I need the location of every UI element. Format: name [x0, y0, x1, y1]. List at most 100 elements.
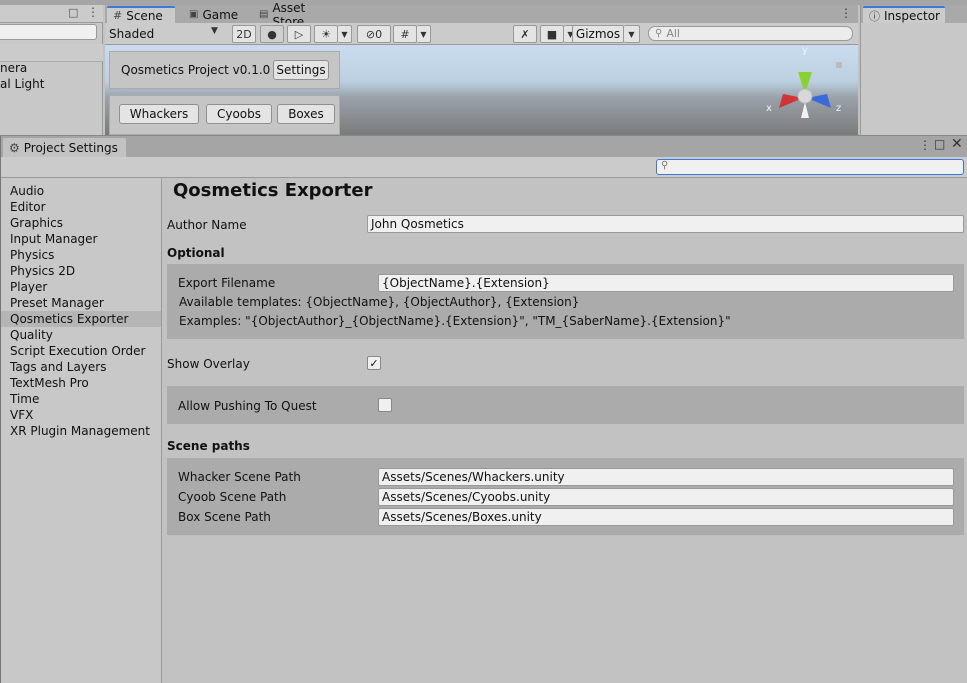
sidebar-item-qosmetics-exporter[interactable]: Qosmetics Exporter [1, 311, 161, 327]
sidebar-item-player[interactable]: Player [1, 279, 161, 295]
gizmo-neg-y-axis[interactable] [801, 102, 809, 118]
hierarchy-item-light[interactable]: al Light [0, 77, 44, 91]
kebab-menu-icon[interactable]: ⋮ [840, 6, 852, 20]
kebab-menu-icon[interactable]: ⋮ [87, 5, 99, 19]
allow-pushing-to-quest-checkbox[interactable] [378, 398, 392, 412]
settings-search-input[interactable]: ⚲ [656, 159, 964, 175]
sidebar-item-graphics[interactable]: Graphics [1, 215, 161, 231]
chevron-down-icon: ▼ [211, 26, 218, 36]
sidebar-item-script-execution-order[interactable]: Script Execution Order [1, 343, 161, 359]
tab-scene-label: Scene [126, 8, 163, 23]
sidebar-item-quality[interactable]: Quality [1, 327, 161, 343]
gizmos-button[interactable]: Gizmos [572, 25, 624, 43]
page-title: Qosmetics Exporter [173, 180, 373, 201]
hierarchy-panel: □ ⋮ ⋮ nera al Light [0, 5, 103, 135]
scene-viewport[interactable]: Qosmetics Project v0.1.0 Settings Whacke… [105, 45, 858, 135]
quest-group: Allow Pushing To Quest [167, 386, 964, 424]
chevron-down-icon: ▼ [420, 29, 427, 39]
tools-button[interactable]: ✗ [513, 25, 537, 43]
close-icon[interactable]: ✕ [951, 136, 963, 152]
orientation-gizmo[interactable] [765, 50, 845, 130]
hidden-count: 0 [375, 27, 383, 41]
gear-icon: ⚙ [9, 140, 20, 155]
tab-inspector[interactable]: ⓘ Inspector [863, 6, 945, 23]
project-settings-title: Project Settings [23, 140, 118, 155]
sidebar-item-input-manager[interactable]: Input Manager [1, 231, 161, 247]
settings-sidebar: Audio Editor Graphics Input Manager Phys… [1, 178, 162, 683]
camera-button[interactable]: ■ [540, 25, 564, 43]
hierarchy-search-input[interactable] [0, 24, 97, 40]
settings-content: Qosmetics Exporter Author Name John Qosm… [163, 178, 967, 683]
sidebar-item-tags-and-layers[interactable]: Tags and Layers [1, 359, 161, 375]
qosmetics-overlay-tabs: Whackers Cyoobs Boxes [109, 95, 340, 135]
tab-game-label: Game [202, 7, 239, 22]
export-filename-field[interactable]: {ObjectName}.{Extension} [378, 274, 954, 292]
shading-dropdown[interactable]: Shaded ▼ [105, 25, 225, 43]
sidebar-item-xr-plugin-management[interactable]: XR Plugin Management [1, 423, 161, 439]
scene-paths-header: Scene paths [167, 439, 250, 453]
scene-search-placeholder: All [666, 27, 680, 40]
allow-pushing-to-quest-label: Allow Pushing To Quest [178, 399, 317, 413]
kebab-menu-icon[interactable]: ⋮ [919, 138, 931, 152]
project-settings-tabbar: ⚙ Project Settings ⋮ □ ✕ [1, 136, 967, 157]
chevron-down-icon: ▼ [341, 29, 348, 39]
gizmo-x-label: x [766, 103, 772, 114]
check-icon: ✓ [369, 356, 379, 370]
sidebar-item-vfx[interactable]: VFX [1, 407, 161, 423]
box-scene-path-label: Box Scene Path [178, 510, 271, 524]
sidebar-item-preset-manager[interactable]: Preset Manager [1, 295, 161, 311]
whackers-button[interactable]: Whackers [119, 104, 199, 124]
hierarchy-scene-row [0, 44, 103, 62]
toggle-2d-button[interactable]: 2D [232, 25, 256, 43]
bag-icon: ▤ [259, 9, 269, 20]
optional-group: Export Filename {ObjectName}.{Extension}… [167, 264, 964, 339]
cyoobs-button[interactable]: Cyoobs [206, 104, 272, 124]
cyoob-scene-path-label: Cyoob Scene Path [178, 490, 287, 504]
cyoob-scene-path-field[interactable]: Assets/Scenes/Cyoobs.unity [378, 488, 954, 506]
project-title: Qosmetics Project v0.1.0 [121, 63, 271, 77]
qosmetics-overlay-header: Qosmetics Project v0.1.0 Settings [109, 51, 340, 89]
scene-panel: # Scene ▣ Game ▤ Asset Store ⋮ Shaded ▼ … [105, 1, 858, 135]
scene-tabbar: # Scene ▣ Game ▤ Asset Store ⋮ [105, 1, 858, 29]
sidebar-item-editor[interactable]: Editor [1, 199, 161, 215]
tab-scene[interactable]: # Scene [107, 6, 175, 23]
sidebar-item-physics-2d[interactable]: Physics 2D [1, 263, 161, 279]
project-settings-searchbar: ⚲ [1, 157, 967, 178]
lightbulb-icon: ● [267, 27, 277, 41]
available-templates-text: Available templates: {ObjectName}, {Obje… [179, 295, 580, 309]
chevron-down-icon: ▼ [628, 29, 635, 39]
scene-search-input[interactable]: ⚲ All [648, 26, 853, 41]
info-icon: ⓘ [869, 9, 880, 23]
gizmos-dropdown[interactable]: ▼ [624, 25, 640, 43]
audio-toggle[interactable]: ▷ [287, 25, 311, 43]
lock-icon[interactable]: □ [68, 6, 78, 19]
gizmo-z-label: z [836, 103, 842, 114]
sidebar-item-audio[interactable]: Audio [1, 183, 161, 199]
hierarchy-tabbar: □ ⋮ [0, 5, 103, 23]
tab-game[interactable]: ▣ Game [183, 6, 245, 23]
grid-toggle[interactable]: # [393, 25, 417, 43]
effects-icon: ☀ [321, 27, 331, 41]
tab-asset-store[interactable]: ▤ Asset Store [253, 1, 345, 29]
gizmo-center[interactable] [797, 88, 813, 104]
maximize-icon[interactable]: □ [934, 137, 945, 151]
lock-icon[interactable] [836, 62, 842, 68]
author-name-field[interactable]: John Qosmetics [367, 215, 964, 233]
box-scene-path-field[interactable]: Assets/Scenes/Boxes.unity [378, 508, 954, 526]
effects-dropdown[interactable]: ▼ [338, 25, 352, 43]
hidden-objects-toggle[interactable]: ⊘ 0 [357, 25, 391, 43]
grid-icon: # [400, 27, 410, 41]
show-overlay-checkbox[interactable]: ✓ [367, 356, 381, 370]
tab-project-settings[interactable]: ⚙ Project Settings [3, 138, 126, 157]
whacker-scene-path-field[interactable]: Assets/Scenes/Whackers.unity [378, 468, 954, 486]
sidebar-item-textmesh-pro[interactable]: TextMesh Pro [1, 375, 161, 391]
sidebar-item-physics[interactable]: Physics [1, 247, 161, 263]
grid-dropdown[interactable]: ▼ [417, 25, 431, 43]
search-icon: ⚲ [661, 160, 669, 171]
settings-button[interactable]: Settings [273, 60, 329, 80]
boxes-button[interactable]: Boxes [277, 104, 335, 124]
lighting-toggle[interactable]: ● [260, 25, 284, 43]
effects-toggle[interactable]: ☀ [314, 25, 338, 43]
hierarchy-item-camera[interactable]: nera [0, 61, 27, 75]
sidebar-item-time[interactable]: Time [1, 391, 161, 407]
